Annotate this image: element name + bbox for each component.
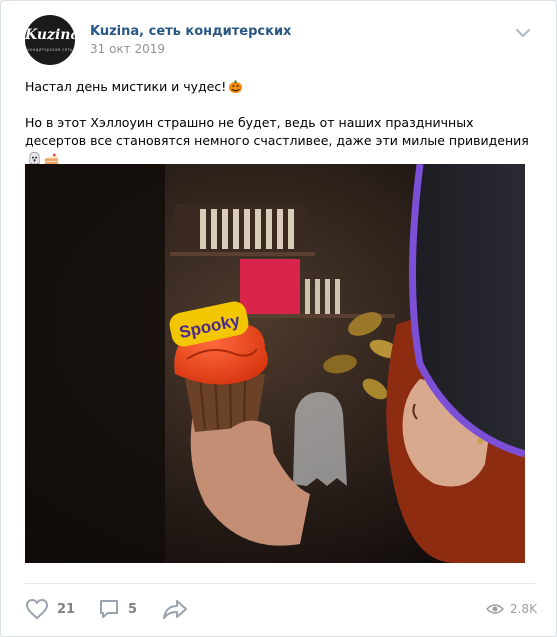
- post-card: Kuzina кондитерская сеть Kuzina, сеть ко…: [0, 0, 557, 637]
- avatar[interactable]: Kuzina кондитерская сеть: [25, 15, 75, 65]
- comment-count: 5: [128, 601, 138, 617]
- share-icon: [163, 600, 187, 619]
- post-text-line: Но в этот Хэллоуин страшно не будет, вед…: [25, 114, 535, 168]
- post-actions: 21 5 2.8K: [25, 595, 537, 623]
- avatar-logo: Kuzina: [25, 27, 75, 43]
- comment-button[interactable]: 5: [98, 595, 137, 623]
- post-text-line: Настал день мистики и чудес!: [25, 78, 535, 96]
- like-button[interactable]: 21: [25, 595, 75, 623]
- post-header: Kuzina кондитерская сеть Kuzina, сеть ко…: [25, 15, 537, 67]
- post-date[interactable]: 31 окт 2019: [90, 42, 165, 56]
- share-button[interactable]: [162, 595, 188, 623]
- chevron-down-icon[interactable]: [515, 27, 531, 39]
- ghost-figure: [293, 392, 347, 486]
- like-count: 21: [57, 601, 76, 617]
- views-count: 2.8K: [510, 602, 537, 616]
- actions-divider: [25, 583, 535, 584]
- author-name[interactable]: Kuzina, сеть кондитерских: [90, 24, 291, 39]
- photo-left-shadow: [25, 164, 165, 563]
- comment-icon: [100, 600, 118, 618]
- jack-o-lantern-icon: [229, 80, 243, 94]
- avatar-subtitle: кондитерская сеть: [27, 47, 73, 52]
- heart-icon: [26, 599, 48, 619]
- post-photo[interactable]: Spooky: [25, 164, 525, 563]
- eye-icon: [486, 604, 505, 614]
- views-counter: 2.8K: [486, 595, 537, 623]
